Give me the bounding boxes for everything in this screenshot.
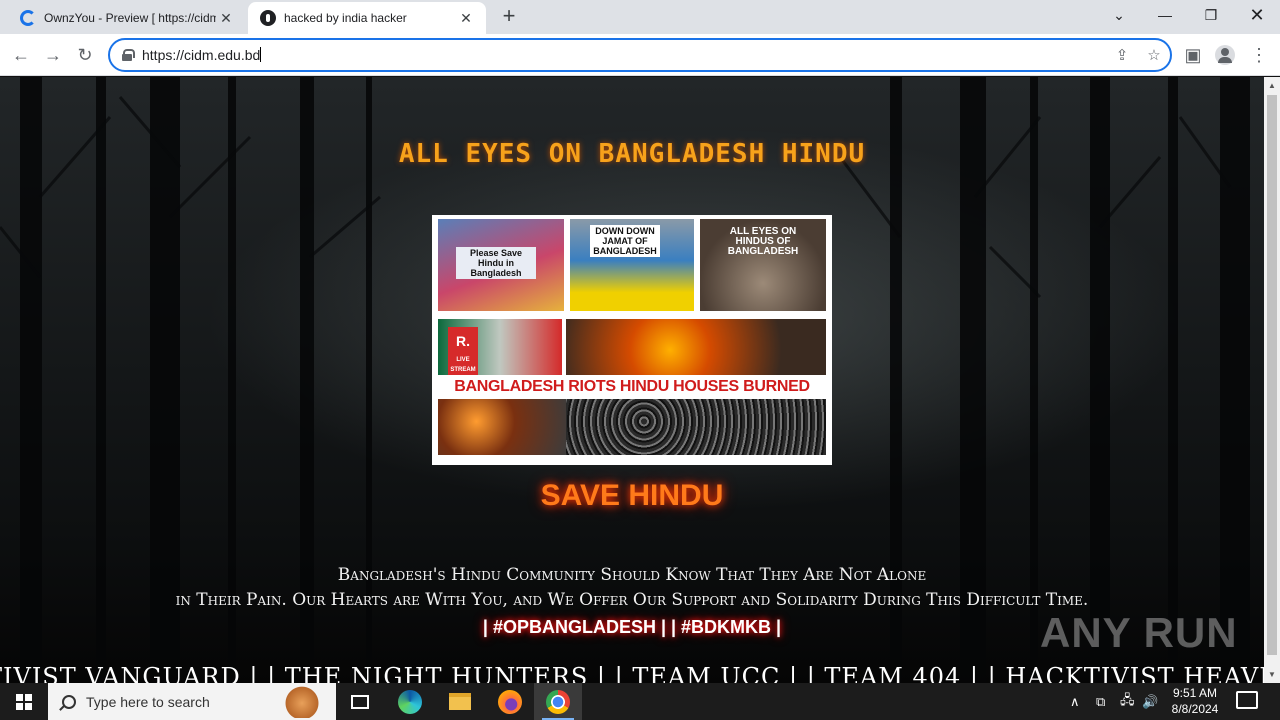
task-view-icon[interactable] bbox=[336, 683, 384, 720]
watermark-text: ANY RUN bbox=[1040, 609, 1238, 656]
lock-icon[interactable] bbox=[122, 49, 135, 61]
tab-strip: OwnzYou - Preview [ https://cidm.edu.bd … bbox=[0, 0, 1280, 34]
minimize-button[interactable]: — bbox=[1142, 0, 1188, 30]
protest-photo-2: DOWN DOWN JAMAT OF BANGLADESH bbox=[570, 219, 694, 311]
scroll-up-icon[interactable]: ▲ bbox=[1268, 81, 1276, 90]
live-stream-label: LIVE STREAM bbox=[448, 355, 478, 375]
meet-now-icon[interactable]: ⧉ bbox=[1096, 683, 1105, 720]
volume-icon[interactable]: 🔊 bbox=[1142, 683, 1158, 720]
windows-taskbar: Type here to search ∧ ⧉ 🖧 🔊 9:51 AM 8/8/… bbox=[0, 683, 1280, 720]
chrome-icon[interactable] bbox=[534, 683, 582, 720]
taskbar-clock[interactable]: 9:51 AM 8/8/2024 bbox=[1162, 685, 1228, 717]
scroll-down-icon[interactable]: ▼ bbox=[1268, 670, 1276, 679]
side-panel-icon[interactable]: ▣ bbox=[1180, 42, 1206, 68]
fire-photo bbox=[566, 319, 826, 381]
start-button[interactable] bbox=[0, 683, 48, 720]
browser-toolbar: ← → ↻ https://cidm.edu.bd ⇪ ☆ ▣ ⋮ bbox=[0, 34, 1280, 76]
ownzyou-c-icon bbox=[20, 10, 36, 26]
defaced-page: ALL EYES ON BANGLADESH HINDU Please Save… bbox=[0, 77, 1264, 683]
protest-photo-3: ALL EYES ON HINDUS OF BANGLADESH bbox=[700, 219, 826, 311]
clock-time: 9:51 AM bbox=[1172, 686, 1218, 700]
share-icon[interactable]: ⇪ bbox=[1112, 46, 1132, 66]
tab-hacked[interactable]: hacked by india hacker ✕ bbox=[248, 2, 486, 34]
crowd-photo bbox=[566, 399, 826, 455]
protest-photo-1: Please Save Hindu in Bangladesh bbox=[438, 219, 564, 311]
collage-caption: DOWN DOWN JAMAT OF BANGLADESH bbox=[590, 225, 660, 257]
new-tab-button[interactable]: + bbox=[498, 5, 520, 28]
network-icon[interactable]: 🖧 bbox=[1120, 683, 1135, 720]
taskbar-search[interactable]: Type here to search bbox=[48, 683, 336, 720]
scroll-thumb[interactable] bbox=[1267, 95, 1277, 655]
collage-caption: ALL EYES ON HINDUS OF BANGLADESH bbox=[727, 226, 799, 257]
tab-title: OwnzYou - Preview [ https://cidm.edu.bd … bbox=[44, 11, 216, 25]
windows-logo-icon bbox=[16, 693, 32, 710]
tab-ownzyou[interactable]: OwnzYou - Preview [ https://cidm.edu.bd … bbox=[8, 2, 246, 34]
edge-icon[interactable] bbox=[386, 683, 434, 720]
message-line-2: in Their Pain. Our Hearts are With You, … bbox=[175, 590, 1089, 610]
url-text[interactable]: https://cidm.edu.bd bbox=[142, 47, 261, 63]
close-tab-icon[interactable]: ✕ bbox=[216, 8, 236, 28]
skull-icon bbox=[260, 10, 276, 26]
tab-title: hacked by india hacker bbox=[284, 11, 407, 25]
message-line-1: Bangladesh's Hindu Community Should Know… bbox=[337, 565, 927, 585]
show-hidden-icons[interactable]: ∧ bbox=[1070, 683, 1080, 720]
anyrun-watermark: ANY RUN bbox=[1040, 609, 1238, 657]
menu-icon[interactable]: ⋮ bbox=[1246, 42, 1272, 68]
r-live-logo: R. bbox=[448, 327, 478, 355]
close-window-button[interactable]: ✕ bbox=[1234, 0, 1280, 30]
flag-photo: R. LIVE STREAM bbox=[438, 319, 562, 381]
reload-icon[interactable]: ↻ bbox=[72, 42, 98, 68]
profile-icon[interactable] bbox=[1212, 42, 1238, 68]
chevron-down-icon[interactable]: ⌄ bbox=[1096, 0, 1142, 30]
collage-banner: BANGLADESH RIOTS HINDU HOUSES BURNED bbox=[438, 375, 826, 399]
notifications-icon[interactable] bbox=[1236, 691, 1258, 709]
search-highlight-cat-icon bbox=[282, 685, 322, 718]
protest-collage-image: Please Save Hindu in Bangladesh DOWN DOW… bbox=[432, 215, 832, 465]
restore-button[interactable]: ❐ bbox=[1188, 0, 1234, 30]
burning-photo bbox=[438, 399, 566, 455]
page-headline: ALL EYES ON BANGLADESH HINDU bbox=[398, 139, 866, 169]
star-icon[interactable]: ☆ bbox=[1144, 46, 1164, 66]
collage-caption: Please Save Hindu in Bangladesh bbox=[456, 247, 536, 279]
marquee-text: TIVIST VANGUARD | | THE NIGHT HUNTERS | … bbox=[0, 663, 1264, 683]
clock-date: 8/8/2024 bbox=[1171, 702, 1219, 716]
file-explorer-icon[interactable] bbox=[436, 683, 484, 720]
team-marquee: TIVIST VANGUARD | | THE NIGHT HUNTERS | … bbox=[0, 663, 1264, 683]
firefox-icon[interactable] bbox=[486, 683, 534, 720]
forward-icon[interactable]: → bbox=[40, 42, 66, 68]
search-icon bbox=[62, 694, 76, 709]
back-icon[interactable]: ← bbox=[8, 42, 34, 68]
close-tab-icon[interactable]: ✕ bbox=[456, 8, 476, 28]
search-placeholder: Type here to search bbox=[86, 693, 210, 710]
save-hindu-title: SAVE HINDU bbox=[540, 479, 724, 512]
vertical-scrollbar[interactable]: ▲ ▼ bbox=[1264, 77, 1280, 683]
address-bar[interactable]: https://cidm.edu.bd ⇪ ☆ bbox=[108, 38, 1172, 72]
